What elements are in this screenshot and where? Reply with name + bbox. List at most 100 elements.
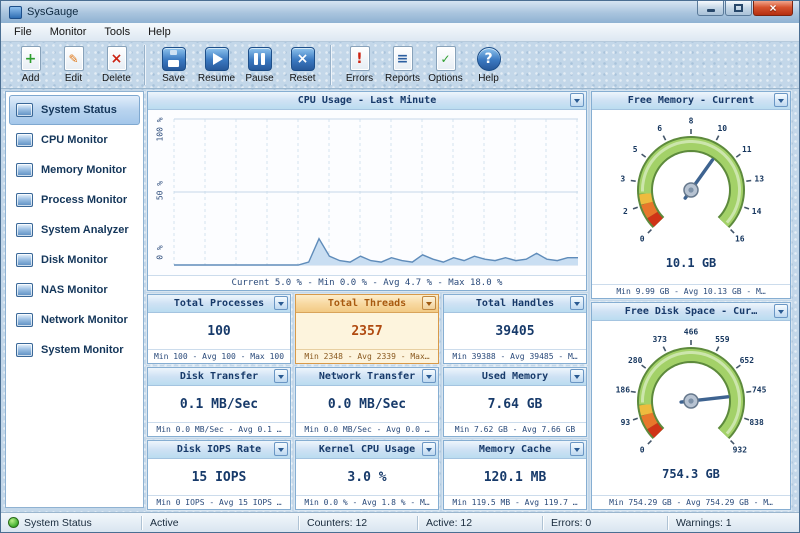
- svg-text:373: 373: [652, 335, 667, 344]
- panel-dropdown-button[interactable]: [274, 442, 288, 456]
- panel-dropdown-button[interactable]: [422, 296, 436, 310]
- sidebar-item-memory-monitor[interactable]: Memory Monitor: [9, 155, 140, 185]
- close-icon: ×: [769, 0, 777, 15]
- svg-text:2: 2: [623, 207, 628, 216]
- metric-stats: Min 39388 - Avg 39485 - M…: [444, 349, 586, 363]
- menu-help[interactable]: Help: [139, 24, 180, 40]
- help-button[interactable]: ? Help: [467, 45, 510, 85]
- sidebar-item-label: Disk Monitor: [41, 254, 108, 266]
- main-content: System Status CPU Monitor Memory Monitor…: [1, 89, 799, 512]
- free-memory-dropdown-button[interactable]: [774, 93, 788, 107]
- metric-value: 7.64 GB: [487, 396, 543, 412]
- sidebar-item-system-analyzer[interactable]: System Analyzer: [9, 215, 140, 245]
- add-icon: +: [18, 46, 43, 71]
- save-icon: [161, 46, 186, 71]
- svg-text:93: 93: [621, 418, 631, 427]
- sidebar-item-label: Network Monitor: [41, 314, 128, 326]
- statusbar: System Status Active Counters: 12 Active…: [1, 512, 799, 532]
- svg-text:3: 3: [620, 175, 625, 184]
- delete-button[interactable]: × Delete: [95, 45, 138, 85]
- free-disk-space-title: Free Disk Space - Cur…: [624, 306, 758, 317]
- sidebar-item-system-status[interactable]: System Status: [9, 95, 140, 125]
- sidebar-item-network-monitor[interactable]: Network Monitor: [9, 305, 140, 335]
- pause-icon: [247, 46, 272, 71]
- svg-text:16: 16: [735, 234, 745, 243]
- reset-button[interactable]: × Reset: [281, 45, 324, 85]
- add-button[interactable]: + Add: [9, 45, 52, 85]
- cpu-panel-dropdown-button[interactable]: [570, 93, 584, 107]
- panel-dropdown-button[interactable]: [422, 369, 436, 383]
- sidebar-item-system-monitor[interactable]: System Monitor: [9, 335, 140, 365]
- metric-stats: Min 2348 - Avg 2339 - Max…: [296, 349, 438, 363]
- nas-monitor-icon: [16, 283, 33, 297]
- help-icon: ?: [476, 46, 501, 71]
- panel-dropdown-button[interactable]: [274, 369, 288, 383]
- menubar: File Monitor Tools Help: [1, 23, 799, 42]
- free-disk-space-dropdown-button[interactable]: [774, 304, 788, 318]
- titlebar[interactable]: SysGauge ×: [1, 1, 799, 23]
- sidebar-item-process-monitor[interactable]: Process Monitor: [9, 185, 140, 215]
- process-monitor-icon: [16, 193, 33, 207]
- chevron-down-icon: [574, 374, 580, 379]
- menu-monitor[interactable]: Monitor: [41, 24, 96, 40]
- memory-monitor-icon: [16, 163, 33, 177]
- errors-button[interactable]: ! Errors: [338, 45, 381, 85]
- app-window: SysGauge × File Monitor Tools Help + Add…: [0, 0, 800, 533]
- menu-tools[interactable]: Tools: [95, 24, 139, 40]
- svg-text:652: 652: [740, 356, 755, 365]
- metric-value: 120.1 MB: [483, 469, 547, 485]
- maximize-button[interactable]: [725, 1, 752, 16]
- toolbar: + Add ✎ Edit × Delete Save Resume Pause …: [1, 42, 799, 89]
- svg-text:14: 14: [752, 207, 762, 216]
- options-icon: ✓: [433, 46, 458, 71]
- cpu-chart: 100 % 50 % 0 %: [148, 110, 586, 275]
- network-transfer-panel: Network Transfer 0.0 MB/Sec Min 0.0 MB/S…: [295, 367, 439, 437]
- panel-dropdown-button[interactable]: [570, 442, 584, 456]
- metric-value: 3.0 %: [347, 469, 387, 485]
- resume-button[interactable]: Resume: [195, 45, 238, 85]
- panel-dropdown-button[interactable]: [570, 369, 584, 383]
- toolbar-separator: [330, 45, 332, 85]
- edit-icon: ✎: [61, 46, 86, 71]
- total-processes-panel: Total Processes 100 Min 100 - Avg 100 - …: [147, 294, 291, 364]
- free-memory-gauge: 0 2 3 5 6 8 10 11 13 14 16: [620, 117, 764, 244]
- y-axis-tick-0: 0 %: [155, 245, 165, 260]
- panel-dropdown-button[interactable]: [422, 442, 436, 456]
- sidebar-item-disk-monitor[interactable]: Disk Monitor: [9, 245, 140, 275]
- sidebar-item-label: Memory Monitor: [41, 164, 127, 176]
- free-memory-panel: Free Memory - Current 0 2 3 5 6 8 10 11 13 14 16 1…: [591, 91, 791, 299]
- minimize-button[interactable]: [697, 1, 724, 16]
- edit-button[interactable]: ✎ Edit: [52, 45, 95, 85]
- chevron-down-icon: [278, 447, 284, 452]
- window-title: SysGauge: [27, 6, 79, 18]
- save-button[interactable]: Save: [152, 45, 195, 85]
- panel-dropdown-button[interactable]: [274, 296, 288, 310]
- sidebar-item-label: System Status: [41, 104, 117, 116]
- cpu-chart-status: Current 5.0 % - Min 0.0 % - Avg 4.7 % - …: [148, 275, 586, 290]
- free-memory-title: Free Memory - Current: [627, 95, 755, 106]
- system-analyzer-icon: [16, 223, 33, 237]
- kernel-cpu-panel: Kernel CPU Usage 3.0 % Min 0.0 % - Avg 1…: [295, 440, 439, 510]
- pause-button[interactable]: Pause: [238, 45, 281, 85]
- reports-icon: ≡: [390, 46, 415, 71]
- metric-stats: Min 100 - Avg 100 - Max 100: [148, 349, 290, 363]
- reports-button[interactable]: ≡ Reports: [381, 45, 424, 85]
- free-disk-space-gauge: 0 93 186 280 373 466 559 652 745 838 932: [616, 328, 767, 455]
- menu-file[interactable]: File: [5, 24, 41, 40]
- svg-text:280: 280: [628, 356, 643, 365]
- chevron-down-icon: [426, 374, 432, 379]
- system-monitor-icon: [16, 343, 33, 357]
- close-button[interactable]: ×: [753, 1, 793, 16]
- options-button[interactable]: ✓ Options: [424, 45, 467, 85]
- sidebar-item-cpu-monitor[interactable]: CPU Monitor: [9, 125, 140, 155]
- status-ok-icon: [8, 517, 19, 528]
- panel-dropdown-button[interactable]: [570, 296, 584, 310]
- window-controls: ×: [696, 1, 793, 16]
- sidebar-item-nas-monitor[interactable]: NAS Monitor: [9, 275, 140, 305]
- svg-text:838: 838: [749, 418, 764, 427]
- resume-icon: [204, 46, 229, 71]
- svg-text:5: 5: [633, 145, 638, 154]
- sidebar-item-label: NAS Monitor: [41, 284, 108, 296]
- chevron-down-icon: [278, 301, 284, 306]
- statusbar-current-view: System Status: [1, 513, 141, 532]
